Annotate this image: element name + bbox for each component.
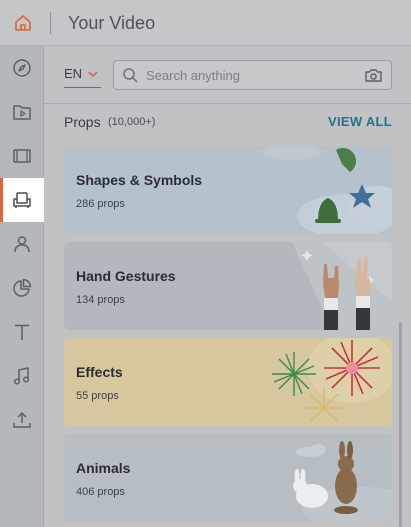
- card-count: 406 props: [76, 486, 125, 498]
- section-count: (10,000+): [108, 116, 156, 128]
- search-row: EN: [44, 46, 411, 104]
- armchair-icon: [13, 192, 31, 208]
- category-card-shapes-symbols[interactable]: Shapes & Symbols 286 props: [64, 146, 392, 234]
- props-panel: EN Props (10,000+) VIEW ALL Shapes & Sym…: [44, 46, 411, 527]
- sidebar-item-scenes[interactable]: [0, 134, 44, 178]
- section-title: Props: [64, 114, 101, 130]
- sidebar-item-explore[interactable]: [0, 46, 44, 90]
- card-title: Effects: [76, 364, 123, 380]
- search-input[interactable]: [146, 66, 356, 84]
- compass-icon: [13, 59, 31, 77]
- sidebar-item-characters[interactable]: [0, 222, 44, 266]
- upload-icon: [13, 412, 31, 428]
- home-icon: [15, 15, 31, 31]
- sidebar-item-props[interactable]: [0, 178, 44, 222]
- shapes-illustration: [262, 146, 392, 234]
- text-icon: [15, 324, 29, 340]
- fireworks-illustration: [272, 338, 392, 423]
- animals-illustration: [293, 441, 392, 522]
- category-card-effects[interactable]: Effects 55 props: [64, 338, 392, 426]
- divider: [50, 12, 51, 34]
- language-select[interactable]: EN: [64, 60, 101, 88]
- card-title: Animals: [76, 460, 131, 476]
- top-bar: Your Video: [0, 0, 411, 46]
- category-card-animals[interactable]: Animals 406 props: [64, 434, 392, 522]
- sidebar-item-text[interactable]: [0, 310, 44, 354]
- film-icon: [13, 149, 31, 163]
- person-icon: [14, 236, 30, 253]
- sidebar-item-charts[interactable]: [0, 266, 44, 310]
- search-box: [113, 60, 392, 90]
- sidebar: [0, 46, 44, 527]
- category-card-hand-gestures[interactable]: Hand Gestures 134 props: [64, 242, 392, 330]
- page-title: Your Video: [68, 13, 156, 33]
- hand-gestures-illustration: [292, 242, 392, 330]
- card-title: Shapes & Symbols: [76, 172, 203, 188]
- search-icon: [123, 68, 138, 83]
- sidebar-item-my-videos[interactable]: [0, 90, 44, 134]
- language-label: EN: [64, 66, 83, 81]
- video-folder-icon: [13, 105, 31, 120]
- chevron-down-icon: [88, 70, 98, 77]
- card-count: 134 props: [76, 294, 125, 306]
- scrollbar[interactable]: [399, 322, 402, 527]
- home-button[interactable]: [0, 0, 46, 46]
- pie-chart-icon: [13, 278, 32, 297]
- card-count: 286 props: [76, 198, 125, 210]
- sidebar-item-music[interactable]: [0, 354, 44, 398]
- card-count: 55 props: [76, 390, 119, 402]
- sidebar-item-upload[interactable]: [0, 398, 44, 442]
- music-note-icon: [13, 367, 30, 385]
- card-title: Hand Gestures: [76, 268, 176, 284]
- camera-icon[interactable]: [364, 67, 383, 84]
- view-all-link[interactable]: VIEW ALL: [328, 114, 392, 129]
